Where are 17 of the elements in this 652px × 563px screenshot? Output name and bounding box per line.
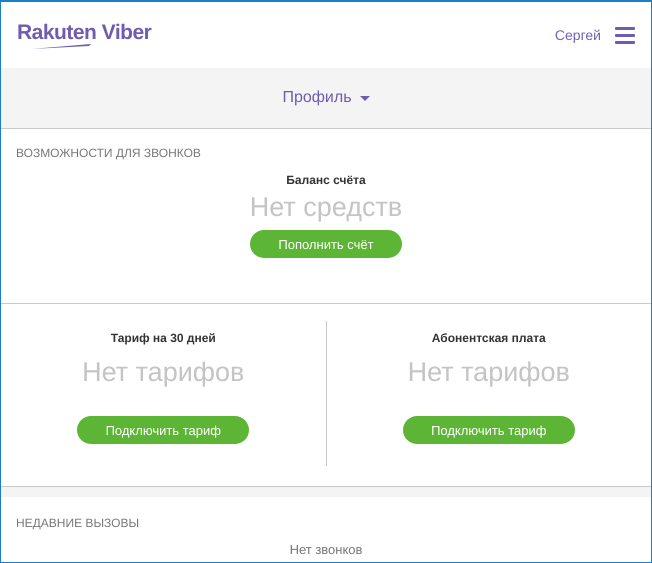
connect-plan-button[interactable]: Подключить тариф: [77, 416, 250, 444]
menu-icon[interactable]: [615, 26, 635, 44]
plan-value: Нет тарифов: [408, 357, 570, 388]
plan-label: Тариф на 30 дней: [110, 331, 216, 345]
section-title: НЕДАВНИЕ ВЫЗОВЫ: [16, 516, 140, 530]
user-name[interactable]: Сергей: [554, 27, 601, 43]
balance-label: Баланс счёта: [286, 173, 366, 187]
balance-value: Нет средств: [250, 192, 402, 223]
profile-dropdown[interactable]: Профиль: [278, 85, 374, 111]
caret-icon: [360, 96, 370, 100]
logo: Rakuten Viber: [17, 22, 152, 44]
top-up-button[interactable]: Пополнить счёт: [250, 230, 402, 258]
connect-plan-button[interactable]: Подключить тариф: [402, 416, 575, 444]
section-title: ВОЗМОЖНОСТИ ДЛЯ ЗВОНКОВ: [16, 146, 201, 160]
empty-calls-text: Нет звонков: [290, 542, 362, 557]
plan-value: Нет тарифов: [82, 357, 244, 388]
plan-label: Абонентская плата: [432, 331, 546, 345]
